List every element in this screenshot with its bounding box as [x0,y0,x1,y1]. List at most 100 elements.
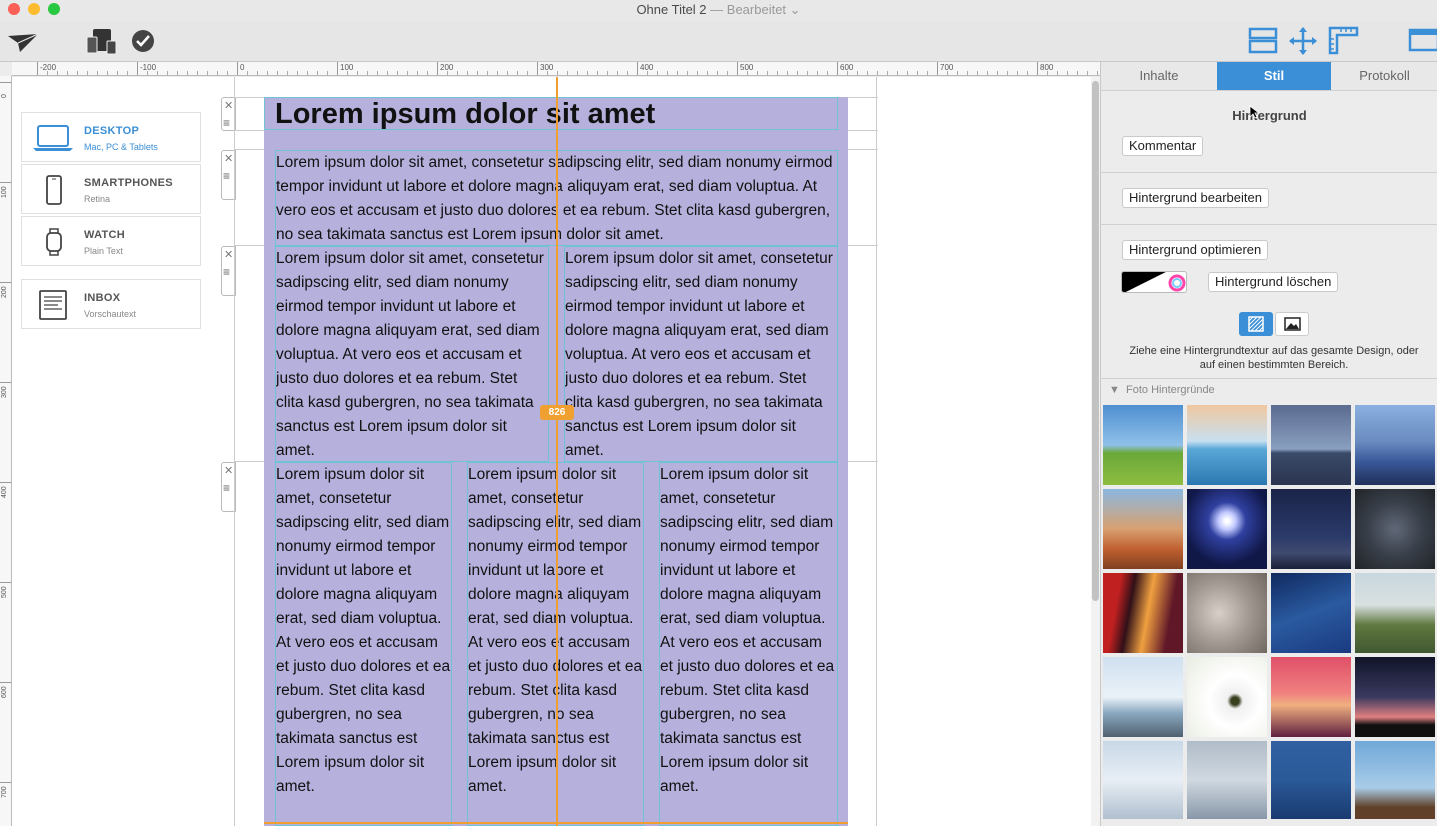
ruler-subtick [997,71,998,75]
divider [1101,224,1437,225]
drag-row-icon[interactable]: ≡ [223,116,230,130]
photo-background-thumbnail[interactable] [1271,657,1351,737]
photo-background-thumbnail[interactable] [1187,573,1267,653]
device-watch[interactable]: WATCH Plain Text [21,216,201,266]
ruler-subtick [77,71,78,75]
device-inbox[interactable]: INBOX Vorschautext [21,279,201,329]
width-guide[interactable] [556,77,558,826]
ruler-subtick [877,71,878,75]
ruler-subtick [257,71,258,75]
ruler-tick [237,62,238,75]
drag-row-icon[interactable]: ≡ [223,481,230,495]
tab-protokoll[interactable]: Protokoll [1331,62,1437,90]
ruler-subtick [87,71,88,75]
comment-button[interactable]: Kommentar [1122,136,1204,156]
ruler-subtick [867,71,868,75]
text-block-col2-left[interactable]: Lorem ipsum dolor sit amet, consetetur s… [275,246,549,462]
ruler-subtick [577,71,578,75]
ruler-tick [1037,62,1038,75]
ruler-subtick [967,71,968,75]
photo-background-thumbnail[interactable] [1271,741,1351,819]
section-title: Hintergrund [1232,108,1307,123]
ruler-subtick [97,71,98,75]
device-sub: Vorschautext [84,309,137,319]
ruler-subtick [767,71,768,75]
device-desktop[interactable]: DESKTOP Mac, PC & Tablets [21,112,201,162]
photo-background-thumbnail[interactable] [1103,741,1183,819]
photo-background-thumbnail[interactable] [1271,573,1351,653]
ruler-tick [737,62,738,75]
photo-background-thumbnail[interactable] [1187,657,1267,737]
height-guide[interactable] [264,822,848,824]
photo-background-thumbnail[interactable] [1355,573,1435,653]
ruler-subtick [607,71,608,75]
device-sub: Retina [84,194,111,204]
device-smartphones[interactable]: SMARTPHONES Retina [21,164,201,214]
scrollbar-thumb[interactable] [1092,81,1099,601]
device-sub: Mac, PC & Tablets [84,142,158,152]
texture-mode-button[interactable] [1239,312,1273,336]
tab-stil[interactable]: Stil [1217,62,1331,90]
toolbar [0,22,1437,62]
image-icon [1284,317,1301,331]
ruler-subtick [957,71,958,75]
image-mode-button[interactable] [1275,312,1309,336]
remove-row-icon[interactable]: ✕ [224,152,233,165]
tab-inhalte[interactable]: Inhalte [1101,62,1217,90]
ruler-label: 500 [1,586,8,598]
device-name: WATCH [84,229,126,241]
drag-row-icon[interactable]: ≡ [223,169,230,183]
text-block-col3-right[interactable]: Lorem ipsum dolor sit amet, consetetur s… [659,462,838,826]
remove-row-icon[interactable]: ✕ [224,248,233,261]
delete-background-button[interactable]: Hintergrund löschen [1208,272,1339,292]
ruler-label: 700 [1,786,8,798]
device-name: INBOX [84,292,121,304]
text-block-col2-right[interactable]: Lorem ipsum dolor sit amet, consetetur s… [564,246,838,462]
ruler-subtick [557,71,558,75]
title-bar: Ohne Titel 2 — Bearbeitet ⌄ [0,0,1437,22]
ruler-icon[interactable] [1327,25,1359,55]
photo-background-thumbnail[interactable] [1271,489,1351,569]
smartphone-icon [46,175,62,205]
photo-background-thumbnail[interactable] [1271,405,1351,485]
drag-row-icon[interactable]: ≡ [223,265,230,279]
optimize-background-button[interactable]: Hintergrund optimieren [1122,240,1269,260]
send-icon[interactable] [6,30,40,54]
photo-background-thumbnail[interactable] [1103,657,1183,737]
photo-background-thumbnail[interactable] [1103,405,1183,485]
photo-background-thumbnail[interactable] [1103,573,1183,653]
sidebar-toggle-icon[interactable] [1407,27,1437,53]
photo-background-thumbnail[interactable] [1355,405,1435,485]
photo-background-thumbnail[interactable] [1187,405,1267,485]
photo-background-thumbnail[interactable] [1103,489,1183,569]
ruler-subtick [107,71,108,75]
paragraph: Lorem ipsum dolor sit amet, consetetur s… [660,466,835,795]
laptop-icon [33,125,73,151]
canvas-scrollbar[interactable] [1091,77,1100,826]
ruler-tick [0,582,11,583]
headline[interactable]: Lorem ipsum dolor sit amet [275,97,655,131]
edit-background-button[interactable]: Hintergrund bearbeiten [1122,188,1269,208]
ruler-subtick [467,71,468,75]
photo-background-thumbnail[interactable] [1355,741,1435,819]
ruler-subtick [327,71,328,75]
photo-section-header[interactable]: ▼ Foto Hintergründe [1109,384,1215,396]
color-well[interactable] [1121,271,1187,293]
photo-background-thumbnail[interactable] [1355,489,1435,569]
text-block-col3-left[interactable]: Lorem ipsum dolor sit amet, consetetur s… [275,462,452,826]
check-icon[interactable] [131,29,155,53]
ruler-subtick [627,71,628,75]
photo-background-thumbnail[interactable] [1355,657,1435,737]
ruler-subtick [447,71,448,75]
remove-row-icon[interactable]: ✕ [224,464,233,477]
ruler-subtick [487,71,488,75]
device-preview-icon[interactable] [85,27,119,57]
move-icon[interactable] [1288,26,1318,56]
remove-row-icon[interactable]: ✕ [224,99,233,112]
photo-background-thumbnail[interactable] [1187,741,1267,819]
photo-background-thumbnail[interactable] [1187,489,1267,569]
document-status[interactable]: — Bearbeitet ⌄ [710,2,800,17]
inspector-panel: Inhalte Stil Protokoll Hintergrund Komme… [1100,62,1437,826]
ruler-subtick [497,71,498,75]
layout-icon[interactable] [1247,26,1279,56]
